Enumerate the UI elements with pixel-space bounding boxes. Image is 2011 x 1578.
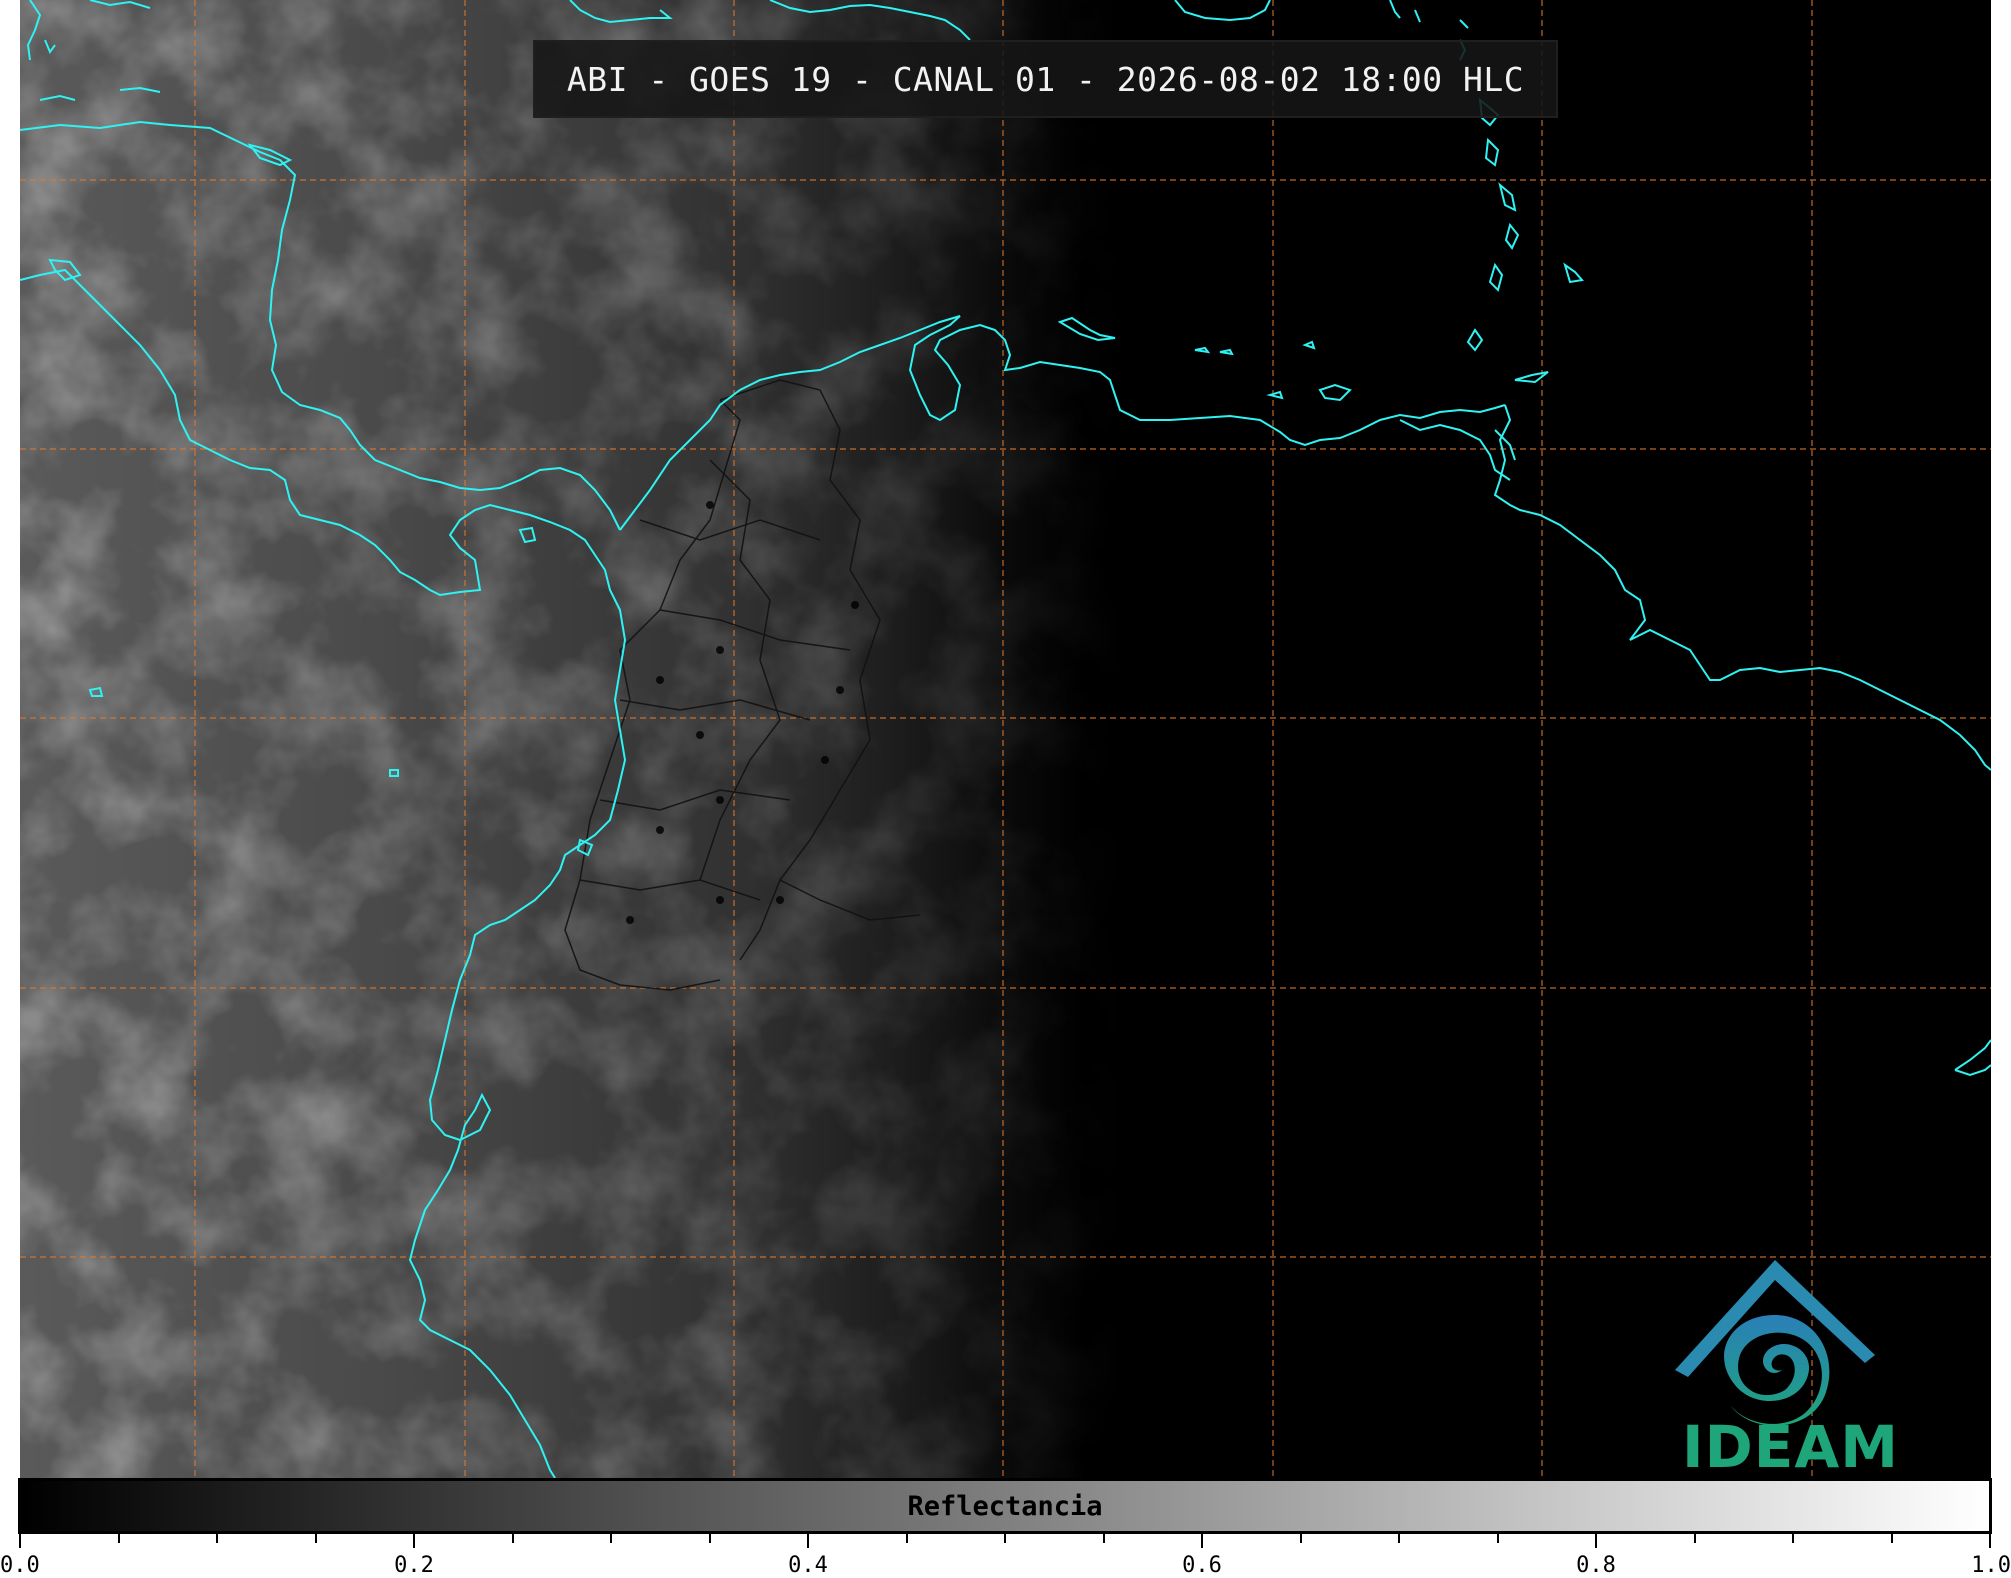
colorbar-major-tick <box>413 1534 415 1548</box>
colorbar-minor-tick <box>610 1534 612 1543</box>
colorbar-major-tick <box>1201 1534 1203 1548</box>
colorbar-minor-tick <box>1792 1534 1794 1543</box>
colorbar-minor-tick <box>1890 1534 1893 1543</box>
colorbar-tick-label: 0.0 <box>0 1553 40 1578</box>
title-box: ABI - GOES 19 - CANAL 01 - 2026-08-02 18… <box>533 40 1558 118</box>
ideam-logo-text: IDEAM <box>1682 1413 1899 1481</box>
colorbar-minor-tick <box>1398 1534 1400 1543</box>
colorbar-minor-tick <box>511 1534 514 1543</box>
colorbar-minor-tick <box>216 1534 218 1543</box>
colorbar-label: Reflectancia <box>907 1491 1103 1522</box>
colorbar-tick-label: 0.6 <box>1182 1553 1222 1578</box>
colorbar-minor-tick <box>1496 1534 1499 1543</box>
colorbar-tick-label: 1.0 <box>1971 1553 2011 1578</box>
colorbar-major-tick <box>19 1534 21 1548</box>
colorbar-minor-tick <box>1004 1534 1006 1543</box>
colorbar: Reflectancia <box>18 1478 1992 1534</box>
colorbar-major-tick <box>807 1534 809 1548</box>
colorbar-tick-label: 0.2 <box>394 1553 434 1578</box>
colorbar-minor-tick <box>1299 1534 1302 1543</box>
colorbar-minor-tick <box>117 1534 120 1543</box>
colorbar-major-tick <box>1989 1534 1991 1548</box>
colorbar-major-tick <box>1595 1534 1597 1548</box>
colorbar-minor-tick <box>314 1534 317 1543</box>
colorbar-minor-tick <box>1693 1534 1696 1543</box>
colorbar-minor-tick <box>905 1534 908 1543</box>
colorbar-tick-label: 0.8 <box>1576 1553 1616 1578</box>
colorbar-minor-tick <box>708 1534 711 1543</box>
colorbar-minor-tick <box>1102 1534 1105 1543</box>
map-title: ABI - GOES 19 - CANAL 01 - 2026-08-02 18… <box>566 59 1525 99</box>
colorbar-tick-label: 0.4 <box>788 1553 828 1578</box>
